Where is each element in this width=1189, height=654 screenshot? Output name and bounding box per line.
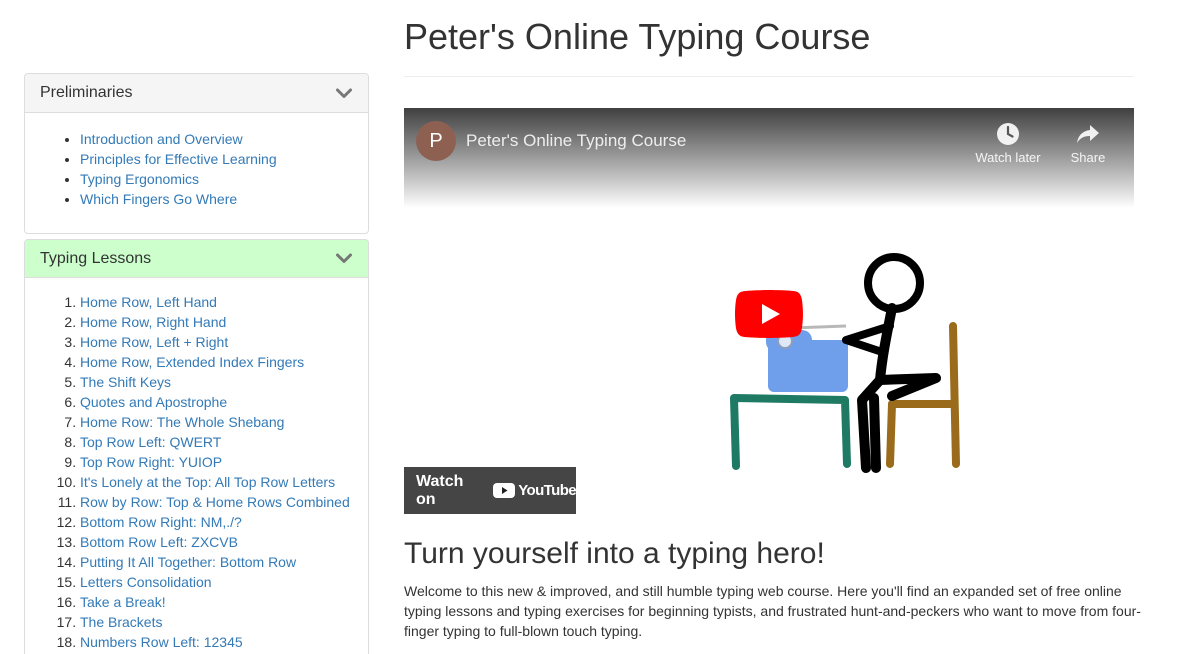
clock-icon	[968, 120, 1048, 148]
lesson-link[interactable]: Numbers Row Left: 12345	[80, 634, 243, 650]
list-item: The Brackets	[80, 612, 353, 632]
preliminary-link[interactable]: Introduction and Overview	[80, 131, 243, 147]
lesson-link[interactable]: Home Row, Left Hand	[80, 294, 217, 310]
list-item: Row by Row: Top & Home Rows Combined	[80, 492, 353, 512]
watch-on-label: Watch on	[416, 472, 464, 508]
preliminaries-panel: Preliminaries Introduction and Overview P…	[24, 73, 369, 234]
intro-paragraph: Welcome to this new & improved, and stil…	[404, 583, 1141, 639]
lesson-link[interactable]: It's Lonely at the Top: All Top Row Lett…	[80, 474, 335, 490]
typing-lessons-list: Home Row, Left Hand Home Row, Right Hand H…	[40, 292, 353, 652]
youtube-logo-icon: YouTube	[493, 482, 577, 499]
list-item: Quotes and Apostrophe	[80, 392, 353, 412]
share-arrow-icon	[1048, 120, 1128, 148]
lesson-link[interactable]: Home Row: The Whole Shebang	[80, 414, 284, 430]
lesson-link[interactable]: The Brackets	[80, 614, 162, 630]
typing-lessons-title: Typing Lessons	[40, 249, 152, 267]
lesson-link[interactable]: Bottom Row Right: NM,./?	[80, 514, 242, 530]
youtube-wordmark: YouTube	[518, 482, 576, 499]
video-title[interactable]: Peter's Online Typing Course	[466, 131, 686, 151]
list-item: Letters Consolidation	[80, 572, 353, 592]
preliminaries-title: Preliminaries	[40, 84, 133, 101]
lesson-link[interactable]: Quotes and Apostrophe	[80, 394, 227, 410]
lesson-link[interactable]: Putting It All Together: Bottom Row	[80, 554, 296, 570]
share-label: Share	[1070, 150, 1106, 165]
lesson-link[interactable]: Take a Break!	[80, 594, 166, 610]
lesson-link[interactable]: Home Row, Extended Index Fingers	[80, 354, 304, 370]
list-item: Top Row Right: YUIOP	[80, 452, 353, 472]
chevron-down-icon[interactable]	[335, 252, 353, 266]
list-item: Bottom Row Left: ZXCVB	[80, 532, 353, 552]
list-item: Putting It All Together: Bottom Row	[80, 552, 353, 572]
channel-avatar[interactable]: P	[416, 121, 456, 161]
list-item: The Shift Keys	[80, 372, 353, 392]
watch-later-button[interactable]: Watch later	[968, 120, 1048, 165]
preliminary-link[interactable]: Principles for Effective Learning	[80, 151, 277, 167]
list-item: Home Row, Left + Right	[80, 332, 353, 352]
typing-lessons-panel: Typing Lessons Home Row, Left HandHome R…	[24, 239, 369, 654]
typing-lessons-panel-header[interactable]: Typing Lessons	[25, 240, 368, 278]
lesson-link[interactable]: Bottom Row Left: ZXCVB	[80, 534, 238, 550]
preliminary-link[interactable]: Typing Ergonomics	[80, 171, 199, 187]
lesson-link[interactable]: Letters Consolidation	[80, 574, 212, 590]
lesson-link[interactable]: Home Row, Right Hand	[80, 314, 226, 330]
preliminaries-list: Introduction and Overview Principles for …	[40, 129, 353, 209]
lesson-link[interactable]: Row by Row: Top & Home Rows Combined	[80, 494, 350, 510]
list-item: Take a Break!	[80, 592, 353, 612]
preliminaries-panel-header[interactable]: Preliminaries	[25, 74, 368, 113]
lesson-link[interactable]: Top Row Right: YUIOP	[80, 454, 222, 470]
list-item: Typing Ergonomics	[80, 169, 353, 189]
list-item: Principles for Effective Learning	[80, 149, 353, 169]
lesson-link[interactable]: The Shift Keys	[80, 374, 171, 390]
list-item: Top Row Left: QWERT	[80, 432, 353, 452]
list-item: Home Row, Left Hand	[80, 292, 353, 312]
play-button[interactable]	[735, 290, 803, 338]
play-icon	[735, 290, 803, 338]
watch-on-youtube-button[interactable]: Watch on YouTube	[404, 467, 577, 514]
page-title: Peter's Online Typing Course	[404, 16, 871, 57]
video-player[interactable]: P Peter's Online Typing Course Watch lat…	[404, 108, 1134, 517]
lesson-link[interactable]: Home Row, Left + Right	[80, 334, 228, 350]
list-item: It's Lonely at the Top: All Top Row Lett…	[80, 472, 353, 492]
list-item: Introduction and Overview	[80, 129, 353, 149]
share-button[interactable]: Share	[1048, 120, 1128, 165]
hero-heading: Turn yourself into a typing hero!	[404, 537, 825, 570]
watch-later-label: Watch later	[975, 150, 1041, 165]
lesson-link[interactable]: Top Row Left: QWERT	[80, 434, 221, 450]
chevron-down-icon[interactable]	[335, 86, 353, 100]
list-item: Numbers Row Left: 12345	[80, 632, 353, 652]
list-item: Home Row, Extended Index Fingers	[80, 352, 353, 372]
list-item: Which Fingers Go Where	[80, 189, 353, 209]
list-item: Home Row: The Whole Shebang	[80, 412, 353, 432]
list-item: Bottom Row Right: NM,./?	[80, 512, 353, 532]
title-divider	[404, 76, 1134, 77]
preliminary-link[interactable]: Which Fingers Go Where	[80, 191, 237, 207]
list-item: Home Row, Right Hand	[80, 312, 353, 332]
